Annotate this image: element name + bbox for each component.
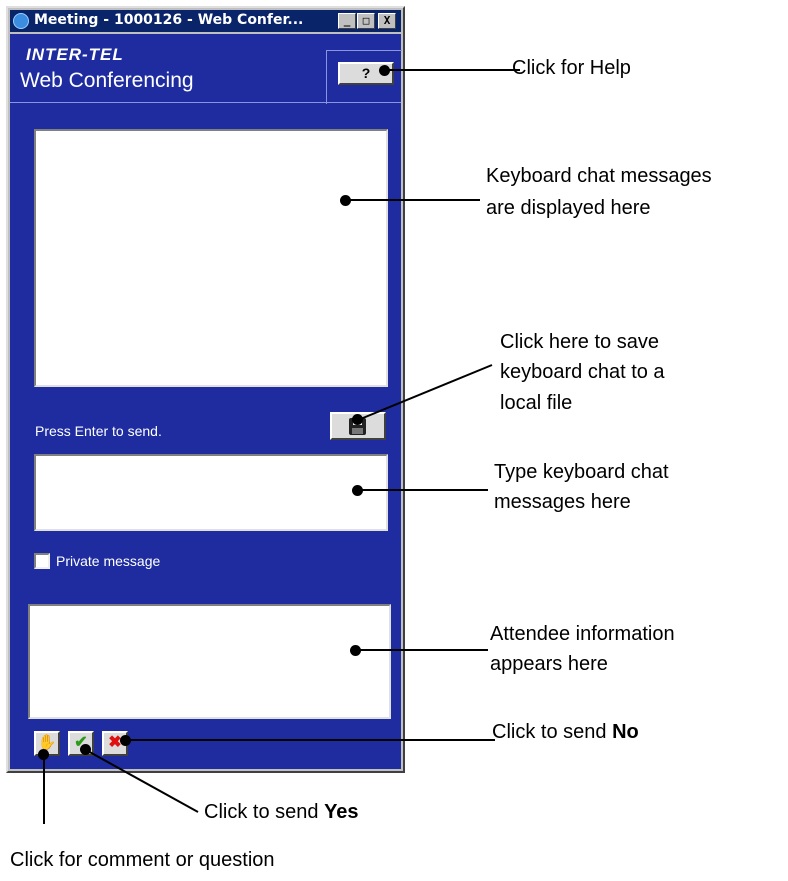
hand-callout-dot (38, 749, 49, 760)
save-callout-line3: local file (500, 392, 573, 414)
save-callout-dot (352, 414, 363, 425)
no-callout: Click to send No (492, 720, 639, 745)
type-callout-line2: messages here (494, 491, 631, 513)
no-callout-text: Click to send (492, 721, 613, 743)
yes-callout: Click to send Yes (204, 800, 359, 825)
no-callout-dot (120, 735, 131, 746)
messages-callout-line2: are displayed here (486, 197, 651, 219)
attendee-callout-dot (350, 645, 361, 656)
input-callout-dot (352, 485, 363, 496)
yes-callout-dot (80, 744, 91, 755)
save-callout-line1: Click here to save (500, 331, 659, 353)
comment-callout: Click for comment or question (10, 849, 275, 871)
callout-lines (43, 69, 520, 824)
yes-callout-bold: Yes (324, 801, 359, 823)
attendee-callout-line2: appears here (490, 653, 608, 675)
no-callout-bold: No (612, 721, 639, 743)
messages-callout-dot (340, 195, 351, 206)
attendee-callout-line1: Attendee information (490, 623, 675, 645)
yes-callout-text: Click to send (204, 801, 325, 823)
help-callout: Click for Help (512, 57, 631, 79)
messages-callout-line1: Keyboard chat messages (486, 165, 712, 187)
type-callout-line1: Type keyboard chat (494, 461, 669, 483)
save-callout-line2: keyboard chat to a (500, 361, 665, 383)
help-callout-dot (379, 65, 390, 76)
